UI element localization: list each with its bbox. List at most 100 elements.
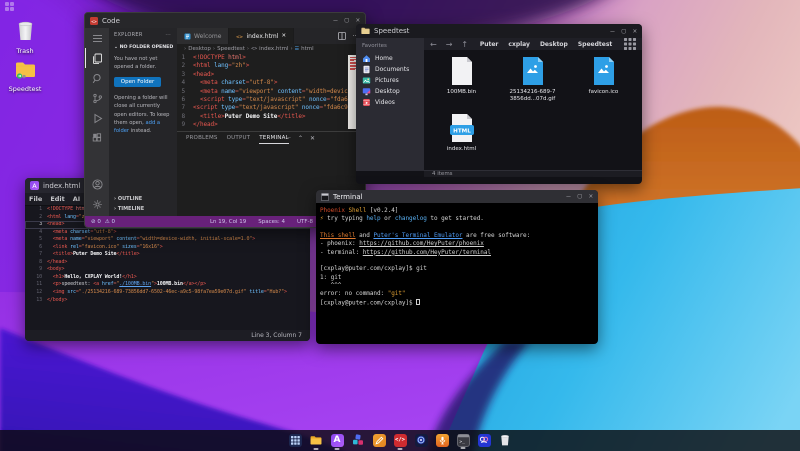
explorer-more-icon[interactable]: ··· bbox=[165, 32, 171, 38]
vscode-breadcrumb[interactable]: ›Desktop›Speedtest›<>index.html›☰html bbox=[177, 44, 365, 54]
file-item[interactable]: favicon.ico bbox=[568, 56, 639, 113]
minimize-icon[interactable]: – bbox=[333, 17, 337, 24]
vscode-window-controls: – ▢ ✕ bbox=[333, 17, 360, 24]
sidebar-item-documents[interactable]: Documents bbox=[362, 64, 424, 75]
status-line-col[interactable]: Ln 19, Col 19 bbox=[210, 219, 246, 225]
trash-glyph bbox=[500, 434, 510, 446]
activity-source-control-icon[interactable] bbox=[85, 88, 109, 108]
menu-item-ai[interactable]: AI bbox=[73, 195, 80, 203]
warnings-count[interactable]: ⚠ 0 bbox=[105, 219, 115, 225]
forward-icon[interactable]: → bbox=[446, 40, 453, 49]
breadcrumb-item[interactable]: Speedtest bbox=[217, 46, 245, 52]
panel-collapse-icon[interactable]: ⌃ bbox=[298, 135, 303, 142]
explorer-header: EXPLORER ··· bbox=[114, 32, 177, 38]
panel-tab-problems[interactable]: PROBLEMS bbox=[186, 135, 218, 144]
folder-icon bbox=[15, 61, 36, 79]
breadcrumb-item-desktop[interactable]: Desktop bbox=[540, 41, 568, 48]
tab-welcome[interactable]: Welcome bbox=[177, 28, 229, 44]
activity-search-icon[interactable] bbox=[85, 68, 109, 88]
vscode-code-line: 3<head> bbox=[177, 71, 365, 79]
tab-close-icon[interactable]: ✕ bbox=[281, 33, 286, 39]
explorer-section-header[interactable]: ⌄ NO FOLDER OPENED bbox=[114, 45, 177, 50]
panel-close-icon[interactable]: ✕ bbox=[310, 135, 315, 142]
taskbar-recorder-app-icon[interactable] bbox=[436, 434, 449, 447]
sidebar-item-desktop[interactable]: Desktop bbox=[362, 86, 424, 97]
open-folder-button[interactable]: Open Folder bbox=[114, 77, 161, 87]
svg-text:A: A bbox=[32, 182, 37, 190]
breadcrumb-item[interactable]: Desktop bbox=[188, 46, 211, 52]
terminal-glyph: >_ bbox=[458, 434, 469, 446]
maximize-icon[interactable]: ▢ bbox=[345, 17, 349, 24]
panel-tab-output[interactable]: OUTPUT bbox=[227, 135, 251, 144]
microphone-glyph bbox=[438, 436, 447, 445]
taskbar-terminal-app-icon[interactable]: >_ bbox=[457, 434, 470, 447]
sidebar-item-videos[interactable]: Videos bbox=[362, 97, 424, 108]
terminal-titlebar[interactable]: Terminal – ▢ ✕ bbox=[316, 190, 598, 203]
menu-item-file[interactable]: File bbox=[29, 195, 42, 203]
close-icon[interactable]: ✕ bbox=[589, 193, 593, 200]
sidebar-item-label: Desktop bbox=[375, 88, 400, 95]
taskbar-dev-cubes-app-icon[interactable] bbox=[352, 434, 365, 447]
taskbar-taskbar-trash-icon[interactable] bbox=[499, 434, 512, 447]
taskbar-puter-app-icon[interactable] bbox=[478, 434, 491, 447]
problems-count[interactable]: ⊘ 0 bbox=[91, 219, 101, 225]
taskbar-files-app-icon[interactable] bbox=[310, 434, 323, 447]
sidebar-item-pictures[interactable]: Pictures bbox=[362, 75, 424, 86]
back-icon[interactable]: ← bbox=[430, 40, 437, 49]
taskbar: A </> >_ bbox=[0, 430, 800, 451]
code-text: <h1>Hello, CXPLAY World!</h1> bbox=[47, 274, 137, 282]
minimize-icon[interactable]: – bbox=[566, 193, 570, 200]
file-item[interactable]: HTMLindex.html bbox=[426, 113, 497, 170]
tab-index-html[interactable]: <>index.html✕ bbox=[229, 28, 294, 44]
activity-run-debug-icon[interactable] bbox=[85, 108, 109, 128]
terminal-app-small-icon bbox=[321, 193, 329, 201]
desktop-icon-speedtest[interactable]: Speedtest bbox=[3, 61, 47, 93]
maximize-icon[interactable]: ▢ bbox=[622, 28, 626, 35]
breadcrumb-item[interactable]: html bbox=[301, 46, 314, 52]
breadcrumb-item-cxplay[interactable]: cxplay bbox=[508, 41, 530, 48]
breadcrumb-item-puter[interactable]: Puter bbox=[480, 41, 499, 48]
close-icon[interactable]: ✕ bbox=[633, 28, 637, 35]
status-encoding[interactable]: UTF-8 bbox=[297, 219, 313, 225]
timeline-section[interactable]: › TIMELINE bbox=[114, 204, 144, 214]
vscode-code-line: 4 <meta charset="utf-8"> bbox=[177, 79, 365, 87]
minimize-icon[interactable]: – bbox=[610, 28, 614, 35]
sidebar-item-home[interactable]: Home bbox=[362, 53, 424, 64]
taskbar-browser-app-icon[interactable] bbox=[415, 434, 428, 447]
line-number: 4 bbox=[177, 79, 193, 87]
grid-view-icon[interactable] bbox=[624, 38, 636, 50]
taskbar-code-app-icon[interactable]: </> bbox=[394, 434, 407, 447]
activity-settings-gear-icon[interactable] bbox=[85, 194, 109, 214]
up-icon[interactable]: ↑ bbox=[461, 40, 468, 49]
line-number: 6 bbox=[25, 244, 47, 252]
file-manager-titlebar[interactable]: Speedtest – ▢ ✕ bbox=[356, 24, 642, 38]
file-item[interactable]: 100MB.bin bbox=[426, 56, 497, 113]
activity-menu-icon[interactable] bbox=[85, 28, 109, 48]
compass-glyph bbox=[416, 435, 426, 445]
activity-extensions-icon[interactable] bbox=[85, 128, 109, 148]
breadcrumb-item-speedtest[interactable]: Speedtest bbox=[578, 41, 612, 48]
breadcrumb-item[interactable]: index.html bbox=[259, 46, 288, 52]
taskbar-editor-a-app-icon[interactable]: A bbox=[331, 434, 344, 447]
terminal-output[interactable]: Phoenix Shell [v0.2.4]⚡ try typing help … bbox=[316, 203, 598, 307]
menu-item-edit[interactable]: Edit bbox=[50, 195, 64, 203]
split-editor-icon[interactable] bbox=[338, 32, 346, 40]
editor-code-line: 5 <meta name="viewport" content="width=d… bbox=[25, 236, 310, 244]
status-spaces[interactable]: Spaces: 4 bbox=[258, 219, 285, 225]
panel-more-icon[interactable]: ··· bbox=[285, 135, 291, 142]
close-icon[interactable]: ✕ bbox=[356, 17, 360, 24]
terminal-line: Phoenix Shell [v0.2.4] bbox=[320, 207, 594, 215]
vscode-titlebar[interactable]: <> Code – ▢ ✕ bbox=[85, 13, 365, 28]
vscode-code-line: 2<html lang="zh"> bbox=[177, 62, 365, 70]
maximize-icon[interactable]: ▢ bbox=[578, 193, 582, 200]
vscode-code-area[interactable]: 1<!DOCTYPE html>2<html lang="zh">3<head>… bbox=[177, 54, 365, 131]
taskbar-draw-app-icon[interactable] bbox=[373, 434, 386, 447]
a-glyph: A bbox=[334, 435, 341, 445]
activity-explorer-icon[interactable] bbox=[85, 48, 109, 68]
desktop-icon-trash[interactable]: Trash bbox=[3, 20, 47, 55]
activity-account-icon[interactable] bbox=[85, 174, 109, 194]
taskbar-app-launcher-icon[interactable] bbox=[289, 434, 302, 447]
line-number: 9 bbox=[177, 121, 193, 129]
outline-section[interactable]: › OUTLINE bbox=[114, 194, 144, 204]
file-item[interactable]: 25134216-689-7 3856dd...07d.gif bbox=[497, 56, 568, 113]
